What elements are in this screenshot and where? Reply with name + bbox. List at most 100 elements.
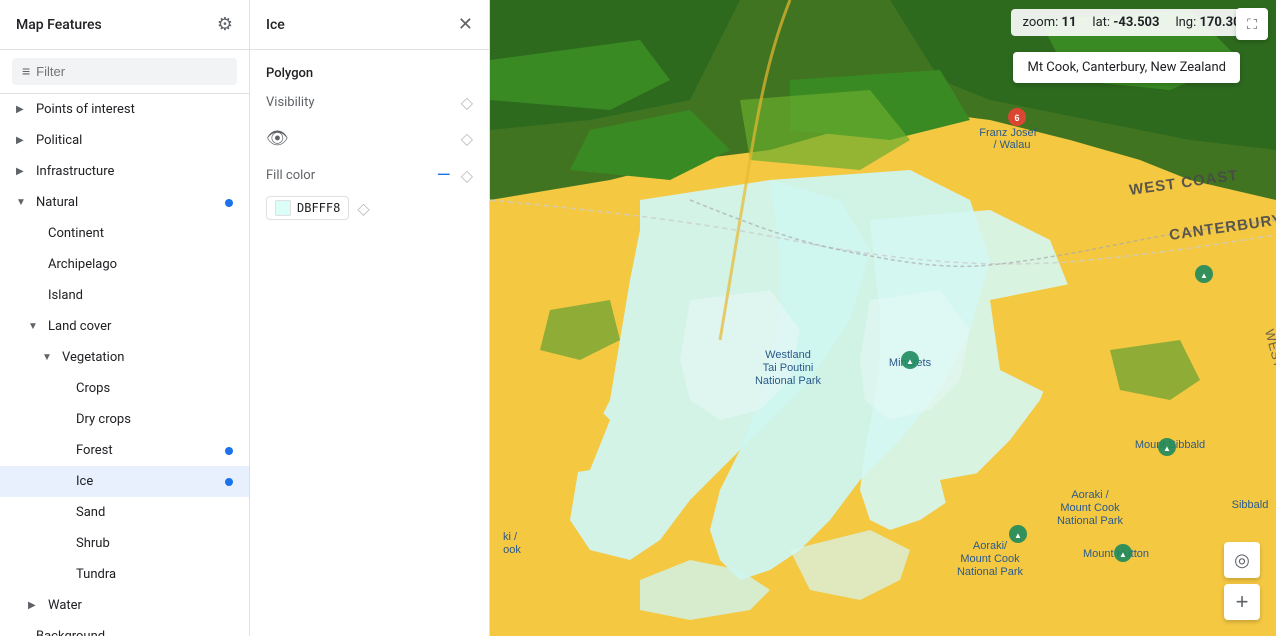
chevron-icon: ▼	[42, 352, 58, 363]
chevron-icon: ▼	[16, 197, 32, 208]
sidebar-item-label: Forest	[76, 443, 225, 458]
active-dot	[225, 199, 233, 207]
fill-color-swatch-wrap[interactable]: DBFFF8	[266, 196, 349, 220]
svg-text:National Park: National Park	[755, 375, 822, 387]
svg-text:▲: ▲	[1200, 271, 1208, 280]
map-controls: ◎ +	[1224, 542, 1260, 620]
visibility-label: Visibility	[266, 95, 315, 110]
sidebar: Map Features ⚙ ≡ ▶ Points of interest ▶ Pol…	[0, 0, 250, 636]
sidebar-item-points-of-interest[interactable]: ▶ Points of interest	[0, 94, 249, 125]
fill-color-label: Fill color	[266, 168, 315, 183]
sidebar-item-label: Crops	[76, 381, 233, 396]
svg-text:Westland: Westland	[765, 349, 811, 361]
sidebar-item-vegetation[interactable]: ▼ Vegetation	[0, 342, 249, 373]
sidebar-item-sand[interactable]: Sand	[0, 497, 249, 528]
sidebar-item-label: Shrub	[76, 536, 233, 551]
eye-icon[interactable]: 👁	[266, 128, 289, 149]
visibility-row: Visibility ◇	[266, 93, 473, 112]
sidebar-item-label: Archipelago	[48, 257, 233, 272]
sidebar-item-label: Water	[48, 598, 233, 613]
lat-label: lat: -43.503	[1092, 15, 1159, 30]
chevron-icon: ▶	[16, 104, 32, 115]
fullscreen-button[interactable]: ⛶	[1236, 8, 1268, 40]
sidebar-item-ice[interactable]: Ice	[0, 466, 249, 497]
active-dot	[225, 447, 233, 455]
sidebar-item-island[interactable]: Island	[0, 280, 249, 311]
svg-text:Mount Cook: Mount Cook	[1060, 502, 1120, 514]
sidebar-item-label: Land cover	[48, 319, 233, 334]
sidebar-item-natural[interactable]: ▼Natural	[0, 187, 249, 218]
sidebar-item-continent[interactable]: Continent	[0, 218, 249, 249]
visibility-value-diamond-icon[interactable]: ◇	[461, 129, 473, 148]
sidebar-item-label: Sand	[76, 505, 233, 520]
sidebar-item-label: Dry crops	[76, 412, 233, 427]
map-coords: zoom: 11 lat: -43.503 lng: 170.306	[1011, 9, 1260, 36]
svg-text:6: 6	[1014, 113, 1019, 123]
close-icon[interactable]: ✕	[458, 14, 473, 35]
svg-text:Mount Cook: Mount Cook	[960, 553, 1020, 565]
sidebar-item-water[interactable]: ▶ Water	[0, 590, 249, 621]
sidebar-item-label: Continent	[48, 226, 233, 241]
svg-text:▲: ▲	[1163, 444, 1171, 453]
svg-text:ook: ook	[503, 544, 521, 556]
chevron-icon: ▶	[16, 166, 32, 177]
panel-title: Ice	[266, 17, 285, 33]
sidebar-item-political[interactable]: ▶ Political	[0, 125, 249, 156]
sidebar-item-label: Background	[36, 629, 233, 636]
zoom-label: zoom: 11	[1023, 15, 1077, 30]
fill-color-diamond-icon[interactable]: ◇	[461, 166, 473, 185]
svg-text:National Park: National Park	[957, 566, 1024, 578]
fill-color-row: Fill color — ◇	[266, 165, 473, 186]
zoom-in-button[interactable]: +	[1224, 584, 1260, 620]
my-location-button[interactable]: ◎	[1224, 542, 1260, 578]
svg-text:Tai Poutini: Tai Poutini	[763, 362, 814, 374]
swatch-diamond-icon[interactable]: ◇	[357, 199, 369, 218]
zoom-value: 11	[1061, 15, 1076, 30]
sidebar-item-label: Points of interest	[36, 102, 233, 117]
sidebar-list: ▶ Points of interest ▶ Political ▶ Infrastruc…	[0, 94, 249, 636]
panel-header: Ice ✕	[250, 0, 489, 50]
sidebar-item-label: Vegetation	[62, 350, 233, 365]
gear-icon[interactable]: ⚙	[217, 14, 233, 35]
sidebar-item-archipelago[interactable]: Archipelago	[0, 249, 249, 280]
fill-color-hex-value: DBFFF8	[297, 201, 340, 215]
panel-section: Polygon Visibility ◇ 👁 ◇ Fill color — ◇ …	[250, 50, 489, 236]
sidebar-item-background[interactable]: Background	[0, 621, 249, 636]
sidebar-item-crops[interactable]: Crops	[0, 373, 249, 404]
svg-text:ki /: ki /	[503, 531, 518, 543]
map-svg: WEST COAST CANTERBURY WEST COAST CANTERB…	[490, 0, 1276, 636]
map-tooltip: Mt Cook, Canterbury, New Zealand	[1013, 52, 1240, 83]
fullscreen-button-area: ⛶	[1236, 8, 1268, 40]
chevron-icon: ▼	[28, 321, 44, 332]
sidebar-item-dry-crops[interactable]: Dry crops	[0, 404, 249, 435]
sidebar-item-shrub[interactable]: Shrub	[0, 528, 249, 559]
sidebar-item-label: Political	[36, 133, 233, 148]
chevron-icon: ▶	[16, 135, 32, 146]
filter-input-wrap[interactable]: ≡	[12, 58, 237, 85]
svg-text:National Park: National Park	[1057, 515, 1124, 527]
svg-text:Aoraki /: Aoraki /	[1071, 489, 1109, 501]
svg-text:▲: ▲	[1119, 550, 1127, 559]
sidebar-item-tundra[interactable]: Tundra	[0, 559, 249, 590]
sidebar-item-label: Ice	[76, 474, 225, 489]
sidebar-header: Map Features ⚙	[0, 0, 249, 50]
fill-color-swatch-row: DBFFF8 ◇	[266, 196, 473, 220]
svg-text:Aoraki/: Aoraki/	[973, 540, 1008, 552]
fill-color-swatch	[275, 200, 291, 216]
filter-icon: ≡	[22, 63, 30, 80]
chevron-icon: ▶	[28, 600, 44, 611]
sidebar-title: Map Features	[16, 17, 102, 33]
visibility-diamond-icon[interactable]: ◇	[461, 93, 473, 112]
svg-text:▲: ▲	[906, 357, 914, 366]
sidebar-item-infrastructure[interactable]: ▶ Infrastructure	[0, 156, 249, 187]
fill-minus-icon[interactable]: —	[437, 165, 451, 186]
sidebar-filter-area: ≡	[0, 50, 249, 94]
sidebar-item-label: Infrastructure	[36, 164, 233, 179]
map-area[interactable]: WEST COAST CANTERBURY WEST COAST CANTERB…	[490, 0, 1276, 636]
visibility-control-row: 👁 ◇	[266, 128, 473, 149]
sidebar-item-land-cover[interactable]: ▼ Land cover	[0, 311, 249, 342]
panel-section-title: Polygon	[266, 66, 473, 81]
sidebar-item-forest[interactable]: Forest	[0, 435, 249, 466]
feature-panel: Ice ✕ Polygon Visibility ◇ 👁 ◇ Fill colo…	[250, 0, 490, 636]
filter-input[interactable]	[36, 64, 227, 79]
